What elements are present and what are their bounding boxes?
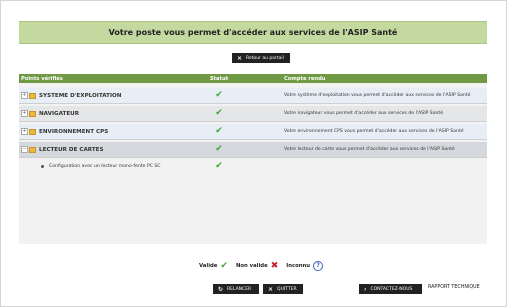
- legend-inconnu: Inconnu: [286, 263, 311, 269]
- folder-icon: [29, 128, 36, 135]
- invalid-cross-icon: ✖: [270, 261, 279, 271]
- page-title: Votre poste vous permet d'accéder aux se…: [19, 21, 487, 44]
- folder-icon: [29, 92, 36, 99]
- bullet-icon: [41, 164, 44, 168]
- rapport-technique-link[interactable]: RAPPORT TECHNIQUE: [428, 285, 480, 290]
- valid-check-icon: ✔: [215, 160, 223, 171]
- quitter-label: QUITTER: [277, 286, 297, 292]
- valid-check-icon: ✔: [215, 90, 223, 100]
- group-name: LECTEUR DE CARTES: [39, 146, 104, 153]
- table-row[interactable]: + NAVIGATEUR ✔ Votre navigateur vous perm…: [19, 106, 487, 122]
- valid-check-icon: ✔: [215, 144, 223, 154]
- refresh-icon: ↻: [218, 285, 224, 293]
- group-desc: Votre lecteur de carte vous permet d'acc…: [284, 147, 455, 152]
- unknown-question-icon: ?: [313, 261, 324, 271]
- relancer-label: RELANCER: [227, 286, 252, 292]
- back-to-portal-button[interactable]: × Retour au portail: [232, 53, 290, 63]
- relancer-button[interactable]: ↻ RELANCER: [213, 284, 259, 294]
- table-row[interactable]: + ENVIRONNEMENT CPS ✔ Votre environnement…: [19, 124, 487, 140]
- valid-check-icon: ✔: [215, 126, 223, 136]
- sub-item-label: Configuration avec un lecteur mono-fente…: [49, 163, 161, 169]
- table-header: Points vérifiés Statut Compte rendu: [19, 74, 487, 83]
- contact-label: CONTACTEZ-NOUS: [370, 286, 413, 292]
- list-item: Configuration avec un lecteur mono-fente…: [19, 160, 487, 172]
- close-icon: ×: [268, 285, 274, 293]
- expand-icon[interactable]: +: [21, 110, 28, 117]
- expand-icon[interactable]: +: [21, 92, 28, 99]
- group-name: NAVIGATEUR: [39, 110, 80, 117]
- back-to-portal-label: Retour au portail: [246, 55, 284, 61]
- group-desc: Votre environnement CPS vous permet d'ac…: [284, 129, 464, 134]
- page-frame: Votre poste vous permet d'accéder aux se…: [0, 0, 507, 307]
- expand-icon[interactable]: +: [21, 128, 28, 135]
- quitter-button[interactable]: × QUITTER: [263, 284, 303, 294]
- header-statut: Statut: [209, 75, 229, 82]
- close-icon: ×: [237, 54, 243, 62]
- folder-icon: [29, 146, 36, 153]
- legend-non-valide: Non valide: [235, 263, 268, 269]
- group-desc: Votre système d'exploitation vous permet…: [284, 93, 471, 98]
- chevron-right-icon: ›: [364, 285, 367, 293]
- checks-table: Points vérifiés Statut Compte rendu + SYS…: [19, 74, 487, 244]
- group-desc: Votre navigateur vous permet d'accéder a…: [284, 111, 444, 116]
- header-points: Points vérifiés: [21, 75, 63, 82]
- folder-icon: [29, 110, 36, 117]
- header-compte: Compte rendu: [284, 75, 326, 82]
- valid-check-icon: ✔: [215, 108, 223, 118]
- contact-button[interactable]: › CONTACTEZ-NOUS: [359, 284, 422, 294]
- table-row[interactable]: + SYSTEME D'EXPLOITATION ✔ Votre système …: [19, 88, 487, 104]
- legend-valide: Valide: [199, 263, 218, 269]
- collapse-icon[interactable]: −: [21, 146, 28, 153]
- status-legend: Valide ✔ Non valide ✖ Inconnu ?: [199, 261, 324, 271]
- group-name: ENVIRONNEMENT CPS: [39, 128, 109, 135]
- table-row[interactable]: − LECTEUR DE CARTES ✔ Votre lecteur de ca…: [19, 142, 487, 158]
- valid-check-icon: ✔: [220, 261, 228, 271]
- group-name: SYSTEME D'EXPLOITATION: [39, 92, 122, 99]
